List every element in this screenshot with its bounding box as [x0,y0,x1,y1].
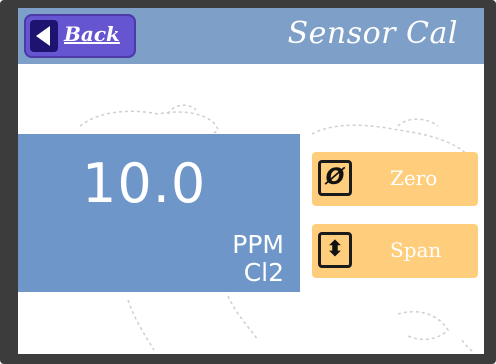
back-arrow-icon [30,20,58,52]
header-bar: Back Sensor Cal [18,8,484,64]
sensor-cal-screen: Back Sensor Cal 10.0 PPM Cl2 Ø Zero ⬍ Sp… [18,8,484,354]
reading-unit: PPM [232,230,284,259]
span-button[interactable]: ⬍ Span [312,224,478,278]
sensor-reading-panel: 10.0 PPM Cl2 [18,134,300,292]
page-title: Sensor Cal [287,16,458,51]
up-down-arrow-icon: ⬍ [318,232,352,268]
zero-button-label: Zero [390,166,438,190]
back-button[interactable]: Back [24,14,136,58]
reading-value: 10.0 [82,152,207,215]
zero-icon: Ø [318,160,352,196]
zero-button[interactable]: Ø Zero [312,152,478,206]
span-button-label: Span [390,238,442,262]
reading-gas: Cl2 [243,258,284,287]
back-button-label: Back [64,22,120,46]
